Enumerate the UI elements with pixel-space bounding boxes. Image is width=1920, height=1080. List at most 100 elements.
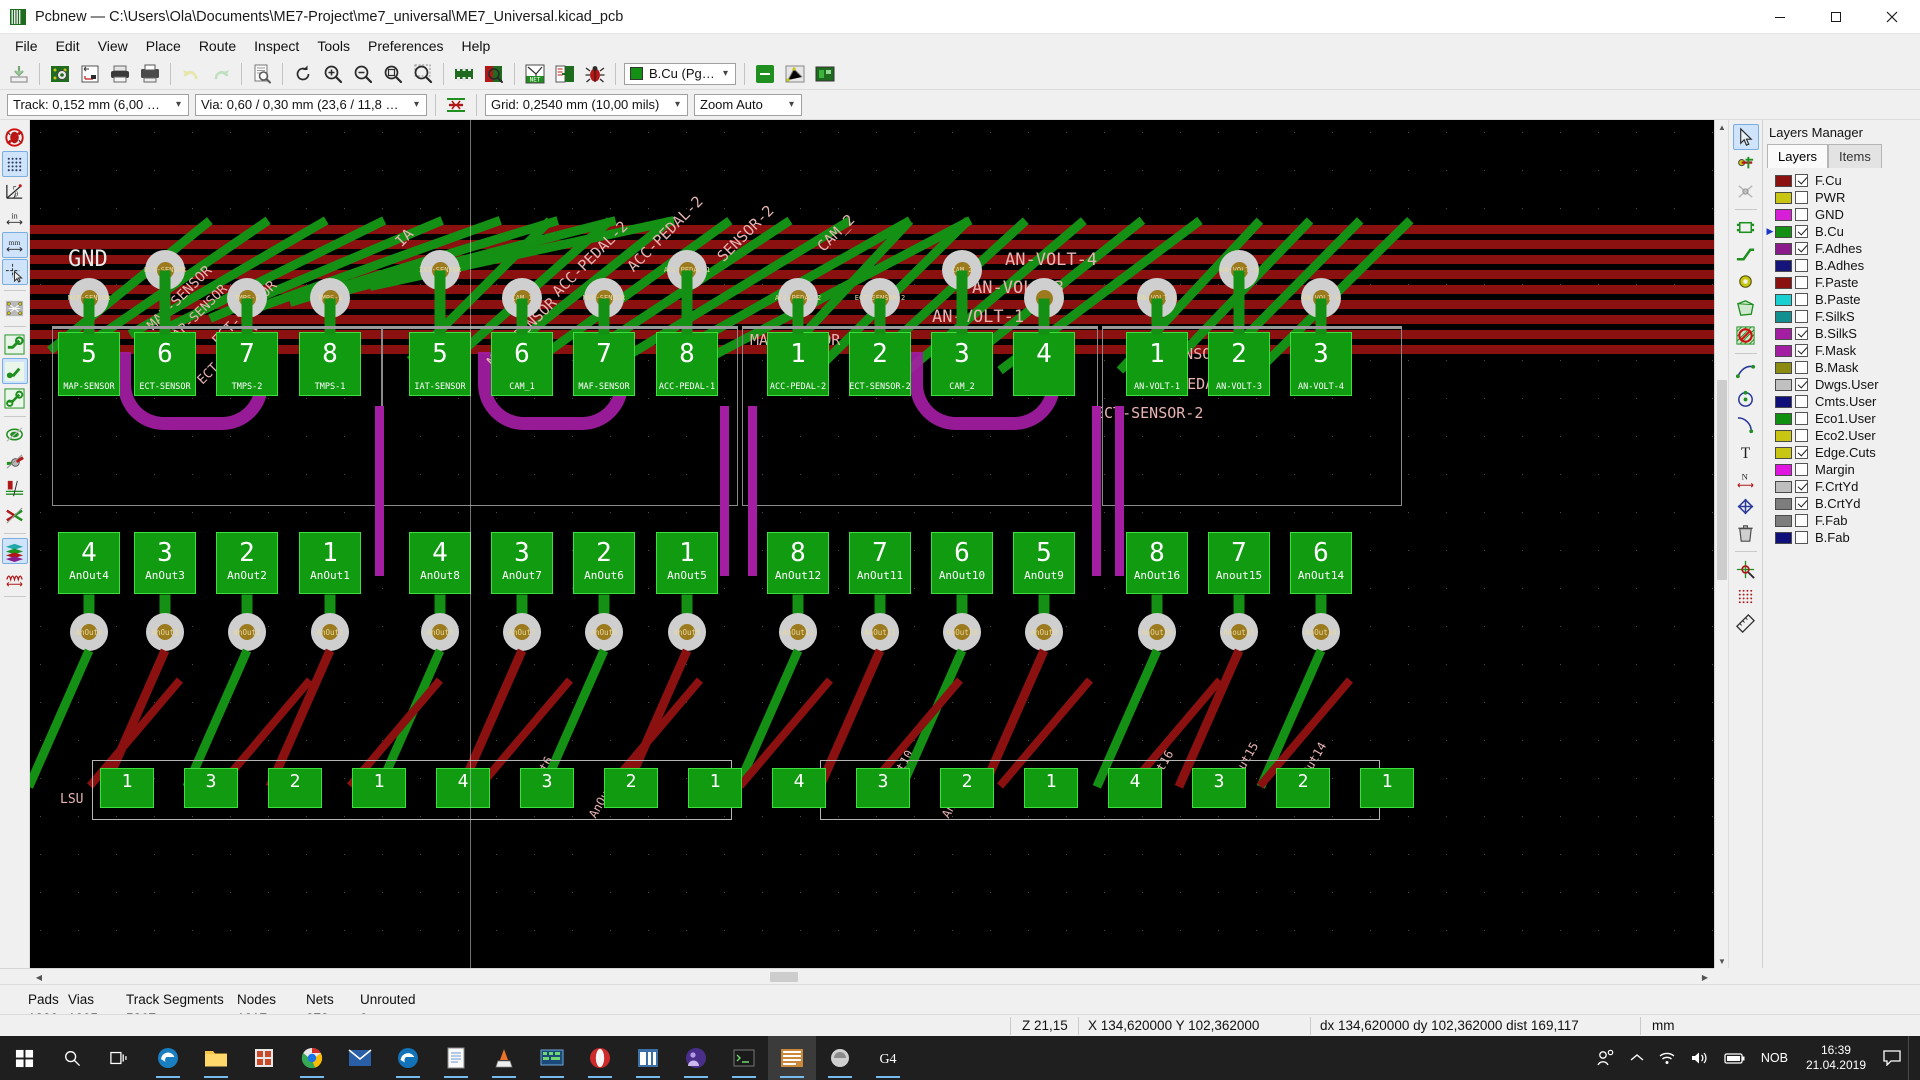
tab-items[interactable]: Items: [1828, 144, 1882, 168]
task-view-icon[interactable]: [96, 1036, 144, 1080]
layer-color-swatch[interactable]: [1775, 412, 1792, 425]
footprint-viewer-icon[interactable]: [480, 61, 508, 87]
drc-off-icon[interactable]: [2, 124, 28, 150]
layer-visibility-checkbox[interactable]: [1795, 259, 1808, 272]
menu-tools[interactable]: Tools: [308, 35, 359, 57]
layer-color-swatch[interactable]: [1775, 429, 1792, 442]
layer-visibility-checkbox[interactable]: [1795, 293, 1808, 306]
full-crosshair-icon[interactable]: [1, 259, 28, 285]
layer-row[interactable]: F.Paste: [1763, 274, 1920, 291]
sketch-tracks-icon[interactable]: [2, 385, 28, 411]
canvas-vertical-scrollbar[interactable]: ▲ ▼: [1714, 120, 1728, 968]
layer-visibility-checkbox[interactable]: [1795, 310, 1808, 323]
layer-row[interactable]: F.Adhes: [1763, 240, 1920, 257]
taskbar-app-teams-icon[interactable]: [672, 1036, 720, 1080]
layer-row[interactable]: F.SilkS: [1763, 308, 1920, 325]
grid-origin-icon[interactable]: [1733, 583, 1759, 609]
layer-color-swatch[interactable]: [1775, 531, 1792, 544]
plot-icon[interactable]: [136, 61, 164, 87]
layer-visibility-checkbox[interactable]: [1795, 463, 1808, 476]
measure-icon[interactable]: [1733, 610, 1759, 636]
refresh-icon[interactable]: [289, 61, 317, 87]
drc-icon[interactable]: [581, 61, 609, 87]
layer-row[interactable]: B.Paste: [1763, 291, 1920, 308]
menu-preferences[interactable]: Preferences: [359, 35, 452, 57]
layer-row[interactable]: Eco2.User: [1763, 427, 1920, 444]
layer-visibility-checkbox[interactable]: [1795, 378, 1808, 391]
tab-layers[interactable]: Layers: [1767, 144, 1829, 168]
layer-color-swatch[interactable]: [1775, 463, 1792, 476]
add-circle-icon[interactable]: [1733, 385, 1759, 411]
layers-list[interactable]: F.Cu PWR GND ▶ B.Cu F.Adhes B.Adhes F.Paste B.Pa…: [1763, 168, 1920, 968]
taskbar-app-chrome-icon[interactable]: [288, 1036, 336, 1080]
delete-icon[interactable]: [1733, 520, 1759, 546]
layer-visibility-checkbox[interactable]: [1795, 191, 1808, 204]
taskbar-app-device-manager-icon[interactable]: [528, 1036, 576, 1080]
layer-color-swatch[interactable]: [1775, 259, 1792, 272]
layer-visibility-checkbox[interactable]: [1795, 225, 1808, 238]
board-setup-icon[interactable]: [46, 61, 74, 87]
layer-row[interactable]: F.Mask: [1763, 342, 1920, 359]
zoom-in-icon[interactable]: [319, 61, 347, 87]
undo-icon[interactable]: [177, 61, 205, 87]
layer-row[interactable]: B.Adhes: [1763, 257, 1920, 274]
filled-tracks-icon[interactable]: [2, 331, 28, 357]
menu-route[interactable]: Route: [190, 35, 245, 57]
via-size-select[interactable]: Via: 0,60 / 0,30 mm (23,6 / 11,8 mils) *…: [195, 93, 427, 116]
layer-visibility-checkbox[interactable]: [1795, 174, 1808, 187]
zone-show-outline-icon[interactable]: [2, 448, 28, 474]
taskbar-app-edge-legacy-icon[interactable]: [384, 1036, 432, 1080]
grid-select[interactable]: Grid: 0,2540 mm (10,00 mils) ▾: [485, 93, 688, 116]
layer-row[interactable]: PWR: [1763, 189, 1920, 206]
zoom-area-icon[interactable]: [409, 61, 437, 87]
add-target-icon[interactable]: [1733, 493, 1759, 519]
layer-visibility-checkbox[interactable]: [1795, 276, 1808, 289]
netlist-icon[interactable]: NET: [521, 61, 549, 87]
layer-alignment-icon[interactable]: [2, 565, 28, 591]
layer-row[interactable]: ▶ B.Cu: [1763, 223, 1920, 240]
layer-color-swatch[interactable]: [1775, 225, 1792, 238]
layer-row[interactable]: Margin: [1763, 461, 1920, 478]
add-keepout-icon[interactable]: [1733, 322, 1759, 348]
layer-row[interactable]: B.CrtYd: [1763, 495, 1920, 512]
layer-row[interactable]: Edge.Cuts: [1763, 444, 1920, 461]
zoom-fit-icon[interactable]: [379, 61, 407, 87]
horizontal-scroll-thumb[interactable]: [770, 972, 798, 982]
volume-icon[interactable]: [1683, 1036, 1717, 1080]
layer-row[interactable]: F.Fab: [1763, 512, 1920, 529]
layer-visibility-checkbox[interactable]: [1795, 344, 1808, 357]
taskbar-app-mail-icon[interactable]: [336, 1036, 384, 1080]
layer-color-swatch[interactable]: [1775, 497, 1792, 510]
units-mm-icon[interactable]: mm: [1, 232, 28, 258]
layer-row[interactable]: F.Cu: [1763, 172, 1920, 189]
layer-row[interactable]: B.Mask: [1763, 359, 1920, 376]
zoom-out-icon[interactable]: [349, 61, 377, 87]
active-layer-select[interactable]: B.Cu (PgDn) ▾: [624, 62, 736, 85]
layer-visibility-checkbox[interactable]: [1795, 208, 1808, 221]
zone-no-fill-icon[interactable]: [2, 475, 28, 501]
layer-row[interactable]: B.SilkS: [1763, 325, 1920, 342]
cursor-select-icon[interactable]: [1732, 124, 1759, 150]
route-track-icon[interactable]: [1733, 241, 1759, 267]
footprint-editor-icon[interactable]: [450, 61, 478, 87]
update-pcb-icon[interactable]: [551, 61, 579, 87]
highlight-net-icon[interactable]: [1733, 151, 1759, 177]
add-footprint-icon[interactable]: [1733, 214, 1759, 240]
taskbar-app-g4-icon[interactable]: G4: [864, 1036, 912, 1080]
layer-color-swatch[interactable]: [1775, 327, 1792, 340]
add-line-icon[interactable]: [1733, 358, 1759, 384]
highlight-net-tool-icon[interactable]: [751, 61, 779, 87]
menu-file[interactable]: File: [6, 35, 47, 57]
windows-start-icon[interactable]: [0, 1036, 48, 1080]
zoom-select[interactable]: Zoom Auto ▾: [694, 93, 802, 116]
show-hidden-icons-icon[interactable]: [1623, 1036, 1651, 1080]
show-desktop-button[interactable]: [1908, 1036, 1916, 1080]
scroll-up-arrow-icon[interactable]: ▲: [1715, 120, 1729, 134]
layer-color-swatch[interactable]: [1775, 310, 1792, 323]
layer-visibility-checkbox[interactable]: [1795, 395, 1808, 408]
taskbar-app-file-explorer-icon[interactable]: [192, 1036, 240, 1080]
show-ratsnest-icon[interactable]: [2, 295, 28, 321]
add-text-icon[interactable]: T: [1733, 439, 1759, 465]
track-width-select[interactable]: Track: 0,152 mm (6,00 mils) * ▾: [7, 93, 189, 116]
layer-color-swatch[interactable]: [1775, 446, 1792, 459]
